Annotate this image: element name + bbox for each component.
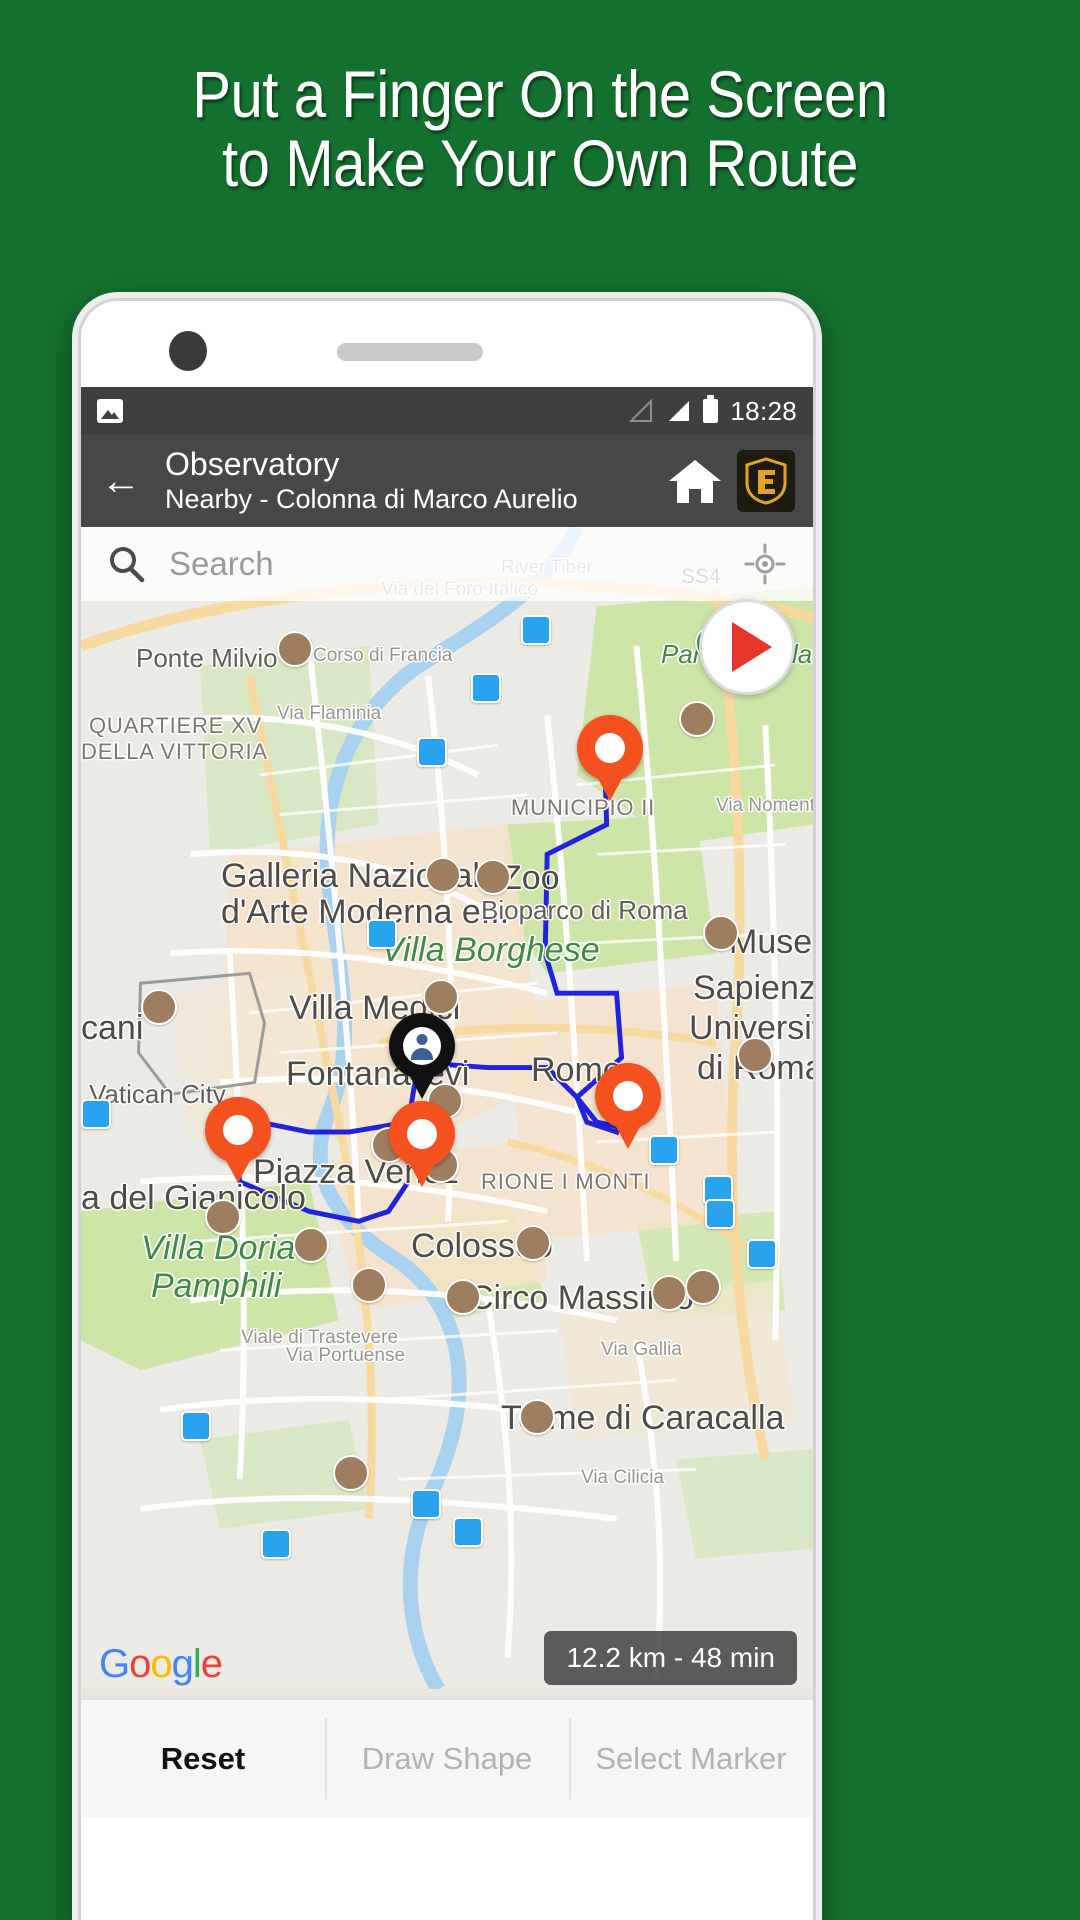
app-bar: ← Observatory Nearby - Colonna di Marco … xyxy=(81,435,813,527)
poi-landmark-icon[interactable] xyxy=(737,1037,773,1073)
poi-transit-icon[interactable] xyxy=(261,1529,291,1559)
phone-mockup: 18:28 ← Observatory Nearby - Colonna di … xyxy=(72,292,822,1920)
action-button-bar: Reset Draw Shape Select Marker xyxy=(81,1699,813,1817)
poi-landmark-icon[interactable] xyxy=(141,989,177,1025)
page-title: Observatory xyxy=(165,445,340,482)
map-label: Bioparco di Roma xyxy=(481,895,688,925)
google-attribution: Google xyxy=(99,1642,223,1687)
shield-logo-icon[interactable] xyxy=(737,450,795,512)
route-marker[interactable] xyxy=(577,715,643,803)
map-label: Sapienza xyxy=(693,969,813,1007)
home-icon[interactable] xyxy=(667,455,723,507)
poi-landmark-icon[interactable] xyxy=(423,979,459,1015)
google-letter: l xyxy=(192,1642,202,1686)
google-letter: g xyxy=(171,1642,194,1686)
poi-transit-icon[interactable] xyxy=(521,615,551,645)
map-label: Via Nomentana xyxy=(716,795,813,816)
reset-button[interactable]: Reset xyxy=(81,1700,325,1817)
poi-museum-icon[interactable] xyxy=(703,915,739,951)
play-route-button[interactable] xyxy=(699,599,795,695)
draw-shape-button[interactable]: Draw Shape xyxy=(325,1700,569,1817)
route-marker[interactable] xyxy=(389,1101,455,1189)
select-marker-button[interactable]: Select Marker xyxy=(569,1700,813,1817)
poi-transit-icon[interactable] xyxy=(367,919,397,949)
map-view[interactable]: Ponte MilvioVia del Foro ItalicoRiver Ti… xyxy=(81,527,813,1699)
map-label: Via Flaminia xyxy=(277,703,382,724)
app-bar-titles: Observatory Nearby - Colonna di Marco Au… xyxy=(165,445,667,515)
poi-museum-icon[interactable] xyxy=(351,1267,387,1303)
promo-headline: Put a Finger On the Screen to Make Your … xyxy=(65,57,1015,201)
google-letter: o xyxy=(150,1642,172,1686)
poi-museum-icon[interactable] xyxy=(685,1269,721,1305)
poi-landmark-icon[interactable] xyxy=(679,701,715,737)
poi-museum-icon[interactable] xyxy=(333,1455,369,1491)
poi-transit-icon[interactable] xyxy=(453,1517,483,1547)
map-label: Via Gallia xyxy=(601,1339,682,1360)
page-subtitle: Nearby - Colonna di Marco Aurelio xyxy=(165,483,578,514)
map-label: Villa Doria xyxy=(141,1229,296,1267)
poi-colosseum-icon[interactable] xyxy=(515,1225,551,1261)
route-marker[interactable] xyxy=(205,1097,271,1185)
status-bar: 18:28 xyxy=(81,387,813,435)
map-label: Muse xyxy=(729,923,813,961)
poi-landmark-icon[interactable] xyxy=(651,1275,687,1311)
phone-bezel-top xyxy=(81,301,813,387)
route-marker[interactable] xyxy=(595,1063,661,1151)
map-label: d'Arte Moderna e... xyxy=(221,893,510,931)
play-icon xyxy=(732,622,772,672)
map-label: Ponte Milvio xyxy=(136,643,278,673)
poi-landmark-icon[interactable] xyxy=(205,1199,241,1235)
status-bar-clock: 18:28 xyxy=(730,395,797,426)
map-label: Pamphili xyxy=(151,1267,282,1305)
battery-icon xyxy=(703,395,719,423)
my-location-icon[interactable] xyxy=(743,542,787,586)
google-letter: e xyxy=(200,1642,223,1686)
poi-transit-icon[interactable] xyxy=(705,1199,735,1229)
headline-line-1: Put a Finger On the Screen xyxy=(192,57,888,131)
map-label: cani xyxy=(81,1009,144,1047)
image-icon xyxy=(97,399,123,423)
map-label: DELLA VITTORIA xyxy=(81,739,268,764)
signal-empty-icon xyxy=(629,399,653,422)
map-label: QUARTIERE XV xyxy=(89,713,263,738)
poi-landmark-icon[interactable] xyxy=(519,1399,555,1435)
poi-museum-icon[interactable] xyxy=(293,1227,329,1263)
poi-landmark-icon[interactable] xyxy=(445,1279,481,1315)
poi-transit-icon[interactable] xyxy=(417,737,447,767)
earpiece-speaker xyxy=(337,343,483,361)
search-bar[interactable]: Search xyxy=(81,527,813,601)
poi-transit-icon[interactable] xyxy=(411,1489,441,1519)
map-label: Via Portuense xyxy=(286,1345,406,1366)
search-icon xyxy=(110,547,145,583)
map-label: Via Cilicia xyxy=(581,1467,665,1488)
search-input[interactable]: Search xyxy=(169,545,274,583)
phone-bottom-strip xyxy=(81,1817,813,1831)
google-letter: o xyxy=(129,1642,151,1686)
current-location-marker[interactable] xyxy=(389,1013,455,1101)
poi-transit-icon[interactable] xyxy=(471,673,501,703)
poi-transit-icon[interactable] xyxy=(181,1411,211,1441)
signal-full-icon xyxy=(669,401,690,421)
map-label: Villa Borghese xyxy=(381,931,600,969)
poi-transit-icon[interactable] xyxy=(81,1099,111,1129)
google-letter: G xyxy=(99,1642,130,1686)
map-label: RIONE I MONTI xyxy=(481,1169,651,1194)
poi-museum-icon[interactable] xyxy=(425,857,461,893)
phone-screen: 18:28 ← Observatory Nearby - Colonna di … xyxy=(78,298,816,1920)
poi-zoo-icon[interactable] xyxy=(475,859,511,895)
back-button[interactable]: ← xyxy=(99,459,143,503)
poi-transit-icon[interactable] xyxy=(747,1239,777,1269)
headline-line-2: to Make Your Own Route xyxy=(221,126,859,201)
front-camera-icon xyxy=(169,331,207,371)
poi-museum-icon[interactable] xyxy=(277,631,313,667)
map-label: a del Gianicolo xyxy=(81,1179,306,1217)
route-distance-badge: 12.2 km - 48 min xyxy=(544,1631,797,1685)
map-label: Corso di Francia xyxy=(313,645,453,666)
